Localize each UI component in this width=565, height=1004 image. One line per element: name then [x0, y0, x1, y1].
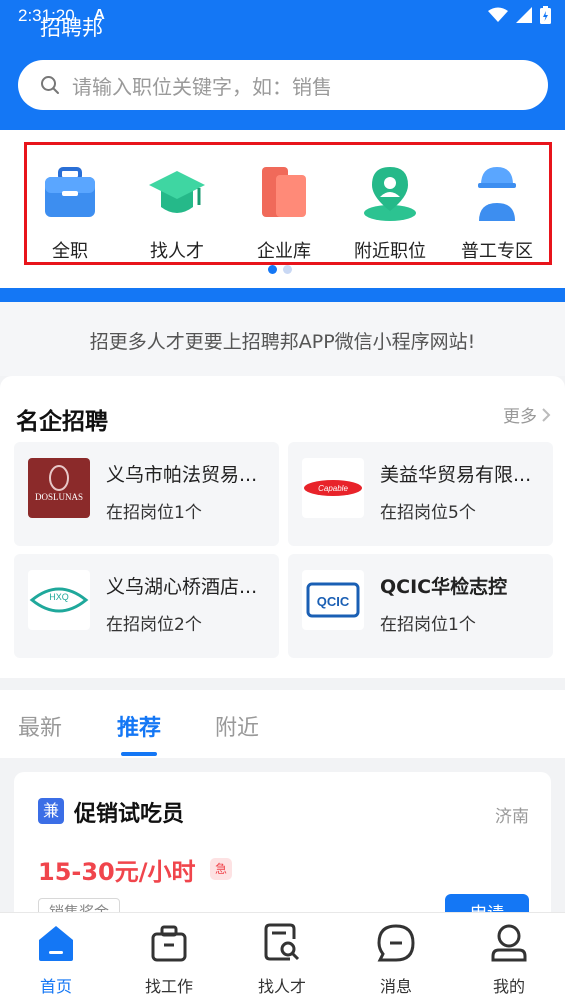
job-city: 济南 — [495, 807, 529, 827]
company-card[interactable]: HXQ 义乌湖心桥酒店... 在招岗位2个 — [14, 554, 279, 658]
company-logo: DOSLUNAS — [28, 458, 90, 518]
category-label: 全职 — [52, 241, 88, 262]
nav-label: 首页 — [39, 977, 72, 996]
company-card[interactable]: DOSLUNAS 义乌市帕法贸易... 在招岗位1个 — [14, 442, 279, 546]
signal-icon — [516, 7, 532, 23]
company-job-count: 在招岗位5个 — [380, 503, 476, 523]
category-label: 企业库 — [257, 241, 311, 262]
app-title: 招聘邦 — [40, 16, 103, 40]
resume-search-icon — [264, 923, 300, 961]
company-book-icon — [262, 167, 306, 217]
company-name: 义乌湖心桥酒店... — [106, 576, 258, 598]
more-label: 更多 — [503, 407, 537, 427]
chevron-right-icon — [542, 407, 551, 422]
logo-text: DOSLUNAS — [35, 492, 83, 502]
company-card[interactable]: QCIC QCIC华检志控 在招岗位1个 — [288, 554, 553, 658]
tab-nearby[interactable]: 附近 — [215, 710, 259, 742]
job-bag-icon — [151, 925, 187, 962]
nav-messages[interactable]: 消息 — [351, 923, 441, 997]
category-general-worker[interactable]: 普工专区 — [447, 163, 547, 263]
category-label: 普工专区 — [461, 241, 533, 262]
location-pin-icon — [364, 167, 416, 221]
company-logo: QCIC — [302, 570, 364, 630]
company-job-count: 在招岗位1个 — [106, 503, 202, 523]
company-name: 美益华贸易有限... — [380, 464, 532, 486]
promo-text: 招更多人才更要上招聘邦APP微信小程序网站! — [0, 302, 565, 376]
carousel-dots — [268, 265, 292, 274]
wifi-icon — [488, 7, 508, 22]
section-title: 名企招聘 — [16, 409, 108, 435]
logo-text: HXQ — [49, 592, 69, 602]
battery-icon — [540, 6, 551, 24]
category-find-talent[interactable]: 找人才 — [127, 163, 227, 263]
company-name: QCIC华检志控 — [380, 576, 508, 598]
part-time-badge: 兼 — [38, 798, 64, 824]
bottom-nav: 首页 找工作 找人才 消息 我的 — [0, 912, 565, 1004]
company-name: 义乌市帕法贸易... — [106, 464, 258, 486]
company-logo: Capable — [302, 458, 364, 518]
message-icon — [377, 924, 415, 962]
nav-find-talent[interactable]: 找人才 — [237, 923, 327, 997]
tab-latest[interactable]: 最新 — [18, 710, 62, 742]
company-job-count: 在招岗位2个 — [106, 615, 202, 635]
header: 2:31:20 A 招聘邦 请输入职位关键字，如：销售 — [0, 0, 565, 130]
graduation-cap-icon — [149, 171, 205, 213]
job-salary: 15-30元/小时 — [38, 858, 196, 886]
nav-profile[interactable]: 我的 — [464, 923, 554, 997]
category-fulltime[interactable]: 全职 — [20, 163, 120, 263]
banner-strip — [0, 288, 565, 302]
company-card[interactable]: Capable 美益华贸易有限... 在招岗位5个 — [288, 442, 553, 546]
tab-recommended[interactable]: 推荐 — [117, 710, 161, 742]
category-label: 附近职位 — [354, 241, 426, 262]
category-label: 找人才 — [150, 241, 204, 262]
nav-home[interactable]: 首页 — [11, 923, 101, 997]
carousel-dot[interactable] — [283, 265, 292, 274]
user-icon — [491, 924, 527, 962]
job-title: 促销试吃员 — [74, 802, 185, 827]
nav-label: 找人才 — [257, 977, 306, 996]
logo-text: QCIC — [317, 594, 350, 609]
urgent-badge: 急 — [210, 858, 232, 880]
famous-companies-section: 名企招聘 更多 DOSLUNAS 义乌市帕法贸易... 在招岗位1个 Capab… — [0, 376, 565, 678]
nav-find-job[interactable]: 找工作 — [124, 923, 214, 997]
job-tabs: 最新 推荐 附近 — [0, 690, 565, 758]
company-logo: HXQ — [28, 570, 90, 630]
nav-label: 找工作 — [144, 977, 193, 996]
nav-label: 我的 — [492, 977, 525, 996]
status-icons — [488, 6, 551, 24]
search-input[interactable]: 请输入职位关键字，如：销售 — [18, 60, 548, 110]
carousel-dot[interactable] — [268, 265, 277, 274]
search-icon — [41, 76, 59, 94]
category-nearby-jobs[interactable]: 附近职位 — [340, 163, 440, 263]
category-highlight-box: 全职 找人才 企业库 附近职位 普工专区 — [24, 142, 552, 265]
active-tab-indicator — [121, 752, 157, 756]
category-panel: 全职 找人才 企业库 附近职位 普工专区 — [0, 130, 565, 288]
search-placeholder: 请输入职位关键字，如：销售 — [72, 74, 332, 99]
home-icon — [39, 926, 73, 961]
company-job-count: 在招岗位1个 — [380, 615, 476, 635]
nav-label: 消息 — [379, 977, 412, 996]
briefcase-icon — [45, 167, 95, 217]
logo-text: Capable — [318, 484, 348, 493]
category-company-library[interactable]: 企业库 — [234, 163, 334, 263]
more-link[interactable]: 更多 — [503, 402, 551, 427]
worker-helmet-icon — [478, 167, 516, 221]
